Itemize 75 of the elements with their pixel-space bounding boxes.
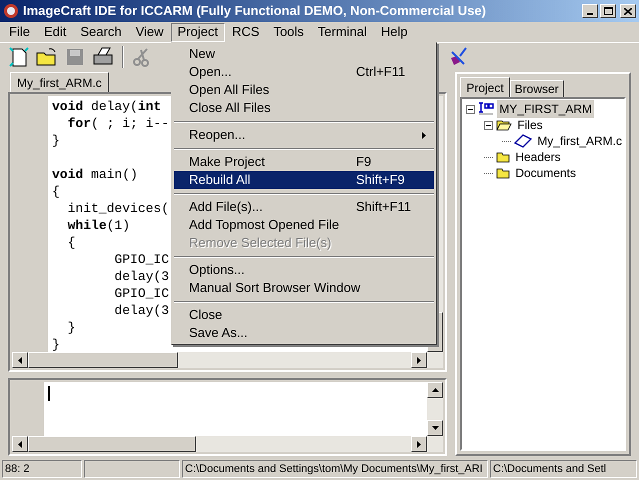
- expander-icon[interactable]: [466, 104, 476, 114]
- printer-icon[interactable]: [91, 46, 115, 68]
- menu-option[interactable]: Close All Files: [174, 99, 434, 117]
- scroll-right-icon: [417, 440, 422, 448]
- menu-option[interactable]: Manual Sort Browser Window: [174, 279, 434, 297]
- code-line: delay(3: [113, 302, 170, 319]
- tree-item[interactable]: Documents: [513, 164, 578, 182]
- menu-option[interactable]: Options...: [174, 261, 434, 279]
- tree-item[interactable]: Headers: [513, 148, 563, 166]
- menu-item[interactable]: Help: [374, 22, 415, 42]
- code-line: for( ; i; i--: [66, 115, 170, 132]
- tree-item[interactable]: Files: [515, 116, 545, 134]
- menu-option[interactable]: Close: [174, 306, 434, 324]
- wand-icon[interactable]: [448, 46, 468, 68]
- code-line: GPIO_IC: [113, 251, 170, 268]
- tree-item[interactable]: MY_FIRST_ARM: [497, 100, 594, 118]
- status-text: C:\Documents and Settings\tom\My Documents\My_first_ARI: [182, 460, 488, 478]
- file-tab[interactable]: My_first_ARM.c: [10, 72, 109, 92]
- menu-item[interactable]: RCS: [224, 22, 266, 42]
- code-line: }: [66, 319, 76, 336]
- menu-option[interactable]: Reopen...: [174, 126, 434, 144]
- menu-item[interactable]: File: [2, 22, 37, 42]
- scroll-right-icon: [417, 356, 422, 364]
- close-button[interactable]: [620, 4, 636, 18]
- menu-option[interactable]: Add File(s)... Shift+F11: [174, 198, 434, 216]
- code-line: {: [66, 234, 76, 251]
- code-line: while(1): [66, 217, 130, 234]
- horizontal-scrollbar[interactable]: [12, 352, 444, 368]
- minimize-button[interactable]: [582, 4, 598, 18]
- menu-item[interactable]: Terminal: [310, 22, 374, 42]
- file-icon: [514, 134, 532, 148]
- project-icon: [478, 102, 494, 116]
- text-cursor: [48, 386, 50, 401]
- folder-icon: [496, 167, 510, 179]
- scroll-left-icon: [18, 356, 22, 364]
- app-icon: [3, 3, 19, 19]
- menu-option[interactable]: Rebuild All Shift+F9: [174, 171, 434, 189]
- folder-icon: [496, 151, 510, 163]
- menu-item[interactable]: View: [128, 22, 171, 42]
- menu-item[interactable]: Tools: [266, 22, 311, 42]
- scroll-down-button[interactable]: [427, 420, 444, 436]
- status-text: 88: 2: [2, 460, 82, 478]
- menu-item[interactable]: Search: [73, 22, 129, 42]
- close-icon: [624, 8, 632, 14]
- menu-option[interactable]: Add Topmost Opened File: [174, 216, 434, 234]
- menu-option[interactable]: Open All Files: [174, 81, 434, 99]
- code-line: GPIO_IC: [113, 285, 170, 302]
- menu-item[interactable]: Edit: [36, 22, 74, 42]
- code-line: delay(3: [113, 268, 170, 285]
- menu-item[interactable]: Project: [170, 22, 225, 42]
- menu-option[interactable]: New: [174, 45, 434, 63]
- submenu-arrow-icon: [422, 132, 426, 138]
- code-line: void main(): [52, 166, 138, 183]
- scroll-down-icon: [432, 426, 439, 430]
- scroll-up-button[interactable]: [427, 382, 444, 398]
- code-line: }: [52, 336, 60, 352]
- code-line: }: [52, 132, 60, 149]
- new-file-icon[interactable]: [8, 46, 30, 68]
- maximize-button[interactable]: [600, 4, 616, 18]
- menu-option[interactable]: Save As...: [174, 324, 434, 342]
- tree-item[interactable]: My_first_ARM.c: [535, 132, 624, 150]
- menu-option[interactable]: Open... Ctrl+F11: [174, 63, 434, 81]
- code-line: init_devices(: [66, 200, 170, 217]
- code-line: void delay(int: [52, 98, 162, 115]
- code-line: {: [52, 183, 60, 200]
- output-horizontal-scrollbar[interactable]: [12, 436, 444, 452]
- window-title: ImageCraft IDE for ICCARM (Fully Functional DEMO, Non-Commercial Use): [23, 2, 486, 20]
- status-text: C:\Documents and Setl: [490, 460, 637, 478]
- scroll-left-icon: [18, 440, 22, 448]
- expander-icon[interactable]: [484, 120, 494, 130]
- scroll-up-icon: [432, 388, 439, 392]
- open-folder-icon: [496, 119, 512, 131]
- panel-tab[interactable]: Project: [460, 77, 510, 97]
- menu-option[interactable]: Make Project F9: [174, 153, 434, 171]
- output-field[interactable]: [44, 382, 428, 436]
